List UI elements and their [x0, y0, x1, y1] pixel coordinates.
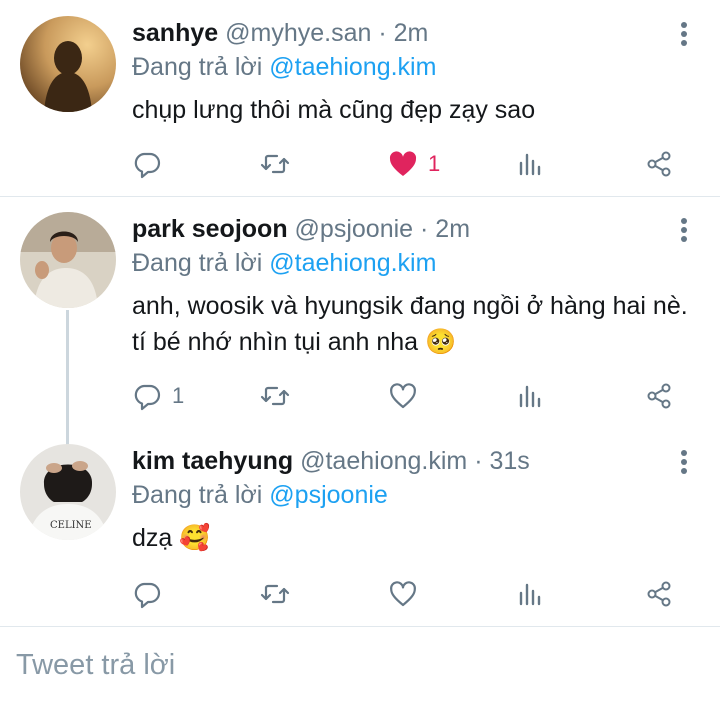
reply-input-placeholder[interactable]: Tweet trả lời: [16, 649, 175, 682]
user-handle[interactable]: @myhye.san: [225, 19, 371, 47]
retweet-button[interactable]: [260, 376, 290, 416]
action-bar: 1: [132, 144, 692, 184]
reply-composer[interactable]: Tweet trả lời: [0, 627, 720, 710]
share-icon: [647, 581, 671, 607]
display-name[interactable]: sanhye: [132, 19, 218, 47]
replying-label: Đang trả lời: [132, 481, 263, 509]
retweet-button[interactable]: [260, 144, 290, 184]
replying-label: Đang trả lời: [132, 249, 263, 277]
timestamp[interactable]: 31s: [489, 447, 529, 475]
avatar-photo-icon: [20, 16, 116, 112]
reply-icon: [134, 582, 161, 609]
mention-link[interactable]: @taehiong.kim: [269, 53, 436, 81]
share-button[interactable]: [644, 376, 674, 416]
share-button[interactable]: [644, 144, 674, 184]
retweet-icon: [260, 154, 290, 174]
tweet[interactable]: park seojoon @psjoonie · 2m Đang trả lời…: [0, 196, 720, 426]
separator: ·: [378, 19, 387, 47]
reply-button[interactable]: [132, 574, 172, 614]
analytics-button[interactable]: [516, 376, 546, 416]
share-button[interactable]: [644, 574, 674, 614]
like-button[interactable]: 1: [388, 144, 440, 184]
more-vertical-icon[interactable]: [680, 22, 688, 48]
tweet-text: dzạ 🥰: [132, 524, 211, 552]
action-bar: [132, 574, 692, 614]
retweet-icon: [260, 386, 290, 406]
replying-to: Đang trả lời @taehiong.kim: [132, 50, 436, 84]
heart-icon: [390, 383, 416, 409]
action-bar: 1: [132, 376, 692, 416]
tweet[interactable]: sanhye @myhye.san · 2m Đang trả lời @tae…: [0, 0, 720, 196]
display-name[interactable]: park seojoon: [132, 215, 288, 243]
tweet-text: anh, woosik và hyungsik đang ngồi ở hàng…: [132, 292, 688, 356]
heart-icon: [389, 151, 417, 176]
heart-icon: [390, 581, 416, 607]
reply-button[interactable]: 1: [132, 376, 184, 416]
like-count: 1: [428, 151, 441, 176]
replying-to: Đang trả lời @taehiong.kim: [132, 246, 436, 280]
analytics-button[interactable]: [516, 574, 546, 614]
user-handle[interactable]: @psjoonie: [295, 215, 414, 243]
analytics-icon: [519, 153, 541, 176]
analytics-icon: [519, 385, 541, 408]
mention-link[interactable]: @psjoonie: [269, 481, 388, 509]
timestamp[interactable]: 2m: [394, 19, 429, 47]
retweet-button[interactable]: [260, 574, 290, 614]
avatar-photo-icon: [20, 212, 116, 308]
avatar[interactable]: CELINE: [20, 444, 116, 540]
replying-to: Đang trả lời @psjoonie: [132, 478, 388, 512]
separator: ·: [420, 215, 429, 243]
user-handle[interactable]: @taehiong.kim: [300, 447, 467, 475]
replying-label: Đang trả lời: [132, 53, 263, 81]
reply-button[interactable]: [132, 144, 172, 184]
svg-text:CELINE: CELINE: [50, 520, 92, 531]
avatar[interactable]: [20, 212, 116, 308]
timestamp[interactable]: 2m: [435, 215, 470, 243]
retweet-icon: [260, 584, 290, 604]
separator: ·: [474, 447, 483, 475]
avatar[interactable]: [20, 16, 116, 112]
display-name[interactable]: kim taehyung: [132, 447, 293, 475]
reply-icon: [134, 384, 161, 411]
mention-link[interactable]: @taehiong.kim: [269, 249, 436, 277]
analytics-button[interactable]: [516, 144, 546, 184]
reply-icon: [134, 152, 161, 179]
share-icon: [647, 151, 671, 177]
like-button[interactable]: [388, 376, 428, 416]
analytics-icon: [519, 583, 541, 606]
like-button[interactable]: [388, 574, 428, 614]
more-vertical-icon[interactable]: [680, 218, 688, 244]
share-icon: [647, 383, 671, 409]
avatar-photo-icon: CELINE: [20, 444, 116, 540]
tweet[interactable]: CELINE kim taehyung @taehiong.kim · 31s …: [0, 428, 720, 626]
tweet-text: chụp lưng thôi mà cũng đẹp zạy sao: [132, 96, 536, 124]
reply-count: 1: [172, 383, 185, 408]
more-vertical-icon[interactable]: [680, 450, 688, 476]
